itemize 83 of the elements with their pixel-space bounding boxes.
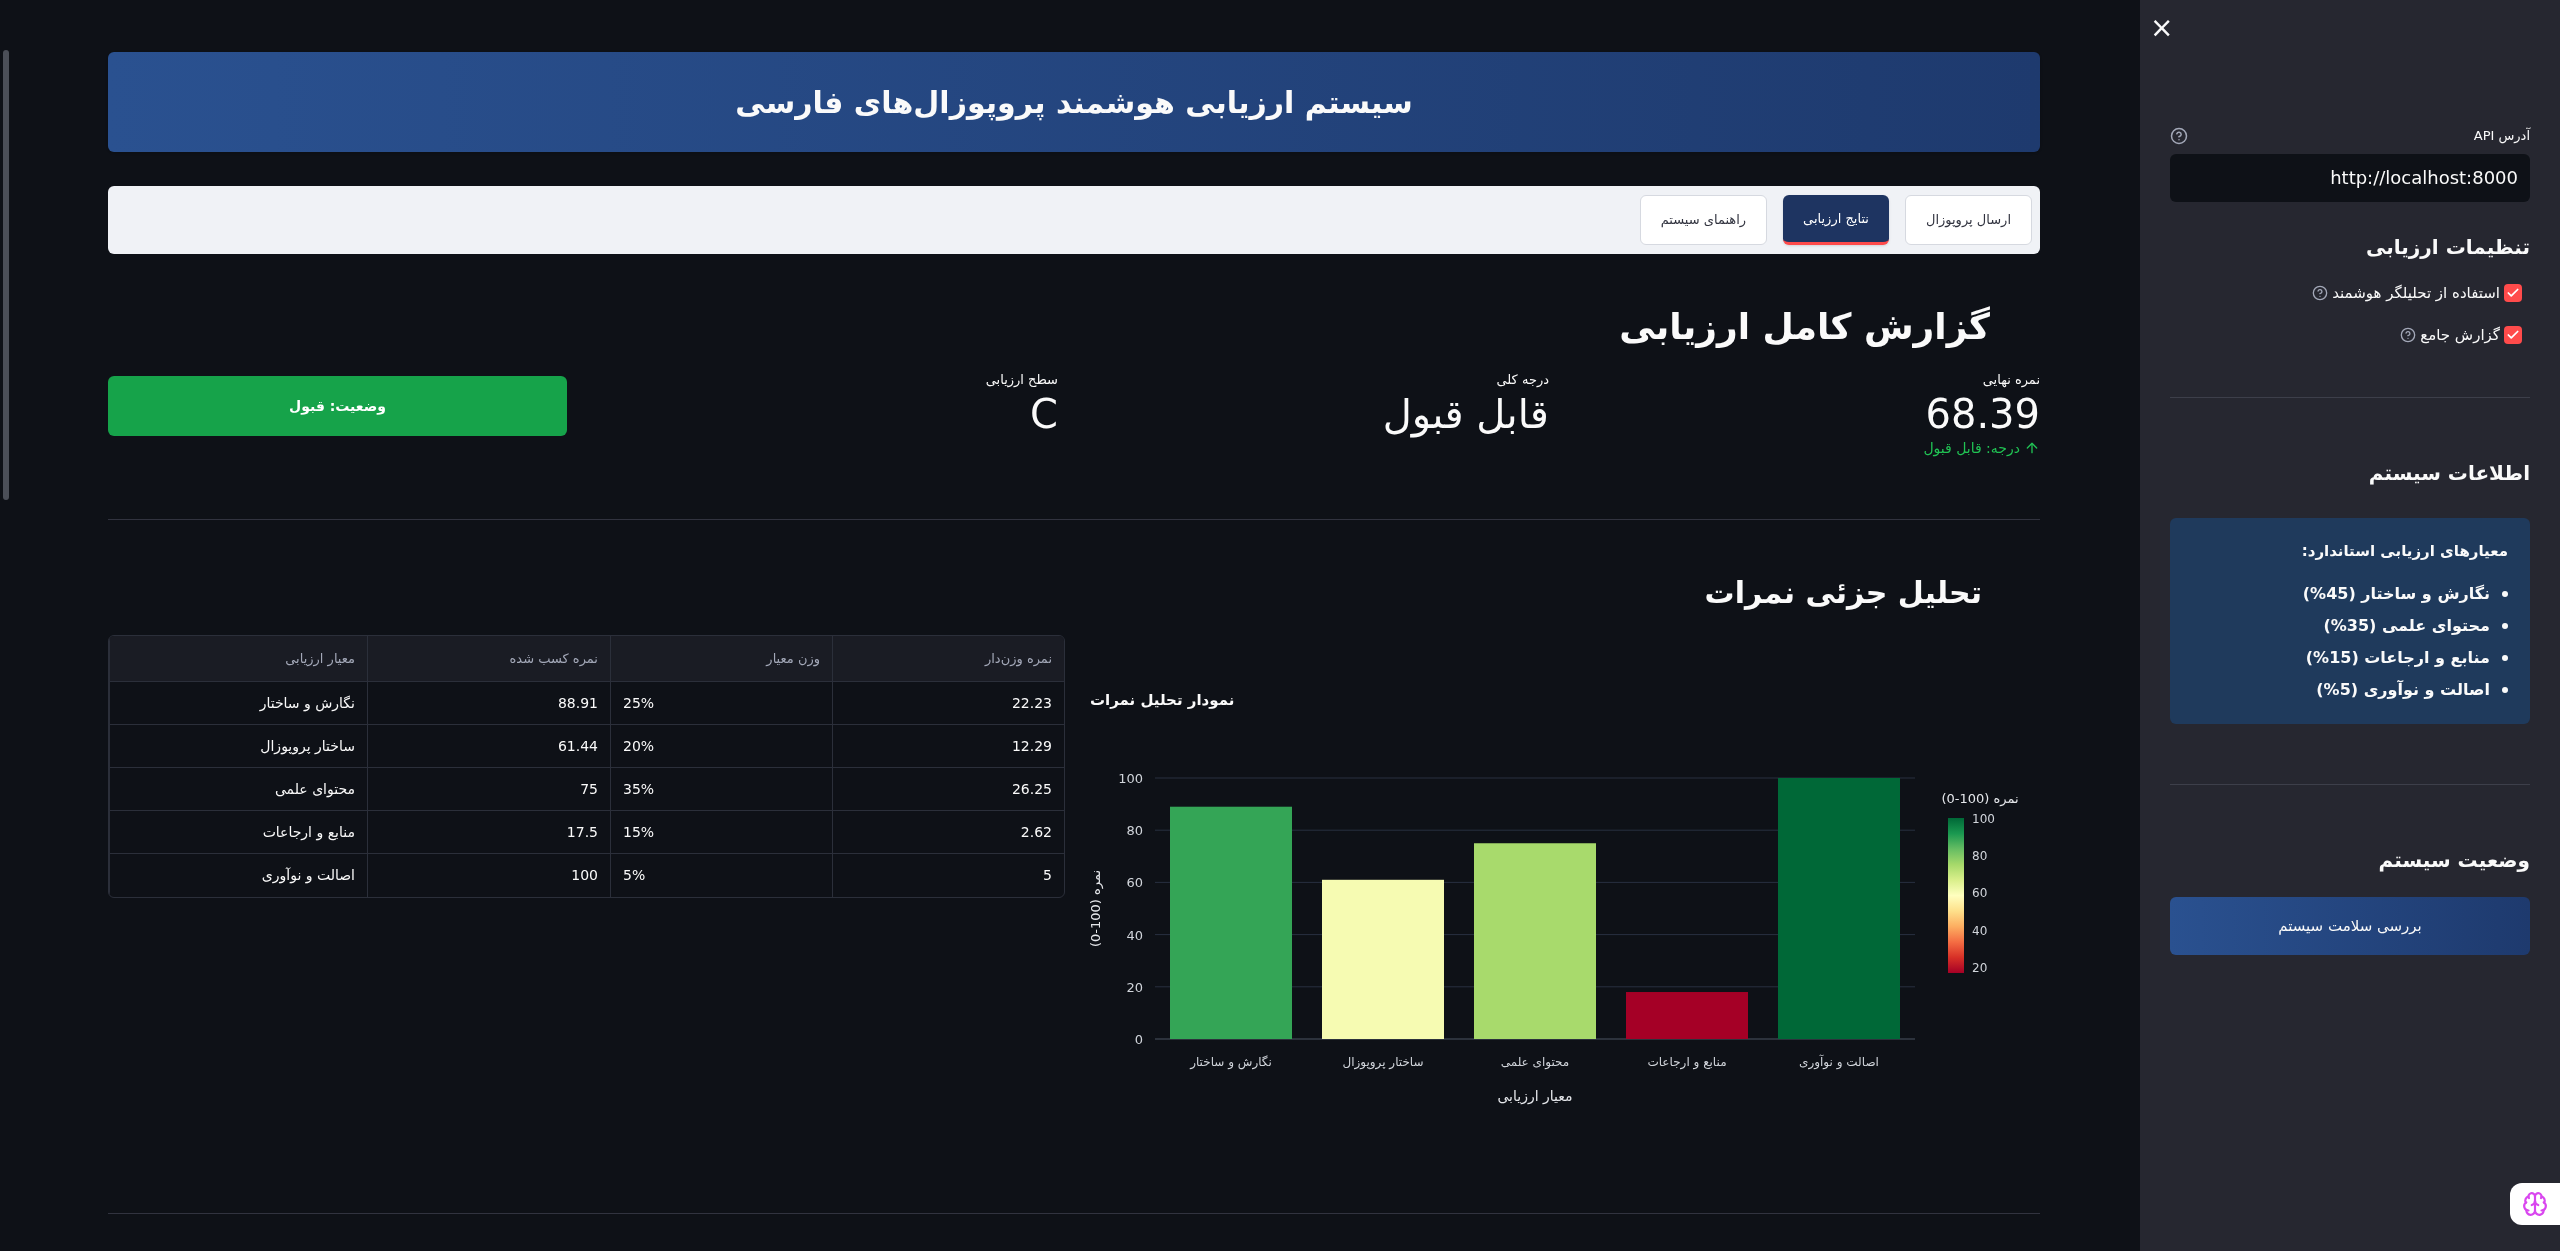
table-cell: 75 bbox=[367, 767, 611, 811]
bullet-icon bbox=[2502, 655, 2508, 661]
table-cell: 20% bbox=[610, 724, 833, 768]
y-tick-label: 60 bbox=[1126, 874, 1143, 890]
api-url-field[interactable]: http://localhost:8000 bbox=[2170, 153, 2530, 202]
table-cell: ساختار پروپوزال bbox=[109, 724, 368, 768]
app-badge[interactable] bbox=[2510, 1183, 2560, 1225]
colorbar-tick-label: 100 bbox=[1972, 811, 1995, 826]
y-tick-label: 0 bbox=[1134, 1031, 1143, 1047]
help-icon[interactable] bbox=[2400, 327, 2417, 344]
x-tick-label: اصالت و نوآوری bbox=[1799, 1054, 1879, 1069]
tab[interactable]: نتایج ارزیابی bbox=[1783, 195, 1889, 245]
column-header[interactable]: معیار ارزیابی bbox=[109, 635, 368, 682]
table-cell: 26.25 bbox=[832, 767, 1064, 811]
column-header[interactable]: نمره کسب شده bbox=[367, 635, 611, 682]
header-title: سیستم ارزیابی هوشمند پروپوزال‌های فارسی bbox=[735, 83, 1413, 123]
report-title: گزارش کامل ارزیابی bbox=[1618, 305, 1990, 350]
info-list-item: محتوای علمی (35%) bbox=[2323, 615, 2490, 637]
table-cell: محتوای علمی bbox=[109, 767, 368, 811]
field-label: آدرس API bbox=[2473, 126, 2530, 146]
x-tick-label: منابع و ارجاعات bbox=[1647, 1054, 1727, 1069]
close-button[interactable]: × bbox=[2150, 14, 2174, 42]
table-cell: 12.29 bbox=[832, 724, 1064, 768]
table-cell: 5% bbox=[610, 853, 833, 897]
settings-title: تنظیمات ارزیابی bbox=[2365, 233, 2530, 261]
table-cell: 88.91 bbox=[367, 681, 611, 725]
table-cell: 5 bbox=[832, 853, 1064, 897]
info-list-item: منابع و ارجاعات (15%) bbox=[2305, 647, 2490, 669]
info-list-item: نگارش و ساختار (45%) bbox=[2302, 583, 2490, 605]
table-cell: 17.5 bbox=[367, 810, 611, 854]
bullet-icon bbox=[2502, 623, 2508, 629]
tab[interactable]: راهنمای سیستم bbox=[1639, 195, 1768, 245]
x-tick-label: نگارش و ساختار bbox=[1190, 1054, 1272, 1069]
column-header[interactable]: وزن معیار bbox=[610, 635, 833, 682]
column-header[interactable]: نمره وزن‌دار bbox=[832, 635, 1064, 682]
table-cell: 25% bbox=[610, 681, 833, 725]
bullet-icon bbox=[2502, 687, 2508, 693]
metric-value: C bbox=[1029, 389, 1058, 438]
table-cell: 100 bbox=[367, 853, 611, 897]
colorbar-title: نمره (100-0) bbox=[1941, 790, 2019, 806]
table-cell: 15% bbox=[610, 810, 833, 854]
colorbar-tick-label: 40 bbox=[1972, 923, 1988, 938]
x-tick-label: محتوای علمی bbox=[1500, 1054, 1570, 1069]
info-title: اطلاعات سیستم bbox=[2367, 459, 2530, 487]
y-tick-label: 100 bbox=[1118, 770, 1143, 786]
colorbar-tick-label: 80 bbox=[1972, 848, 1988, 863]
section-title: تحلیل جزئی نمرات bbox=[1703, 573, 1982, 612]
table-cell: اصالت و نوآوری bbox=[109, 853, 368, 897]
colorbar-tick-label: 60 bbox=[1972, 885, 1988, 900]
metric-delta: درجه: قابل قبول bbox=[1923, 438, 2020, 459]
table-cell: منابع و ارجاعات bbox=[109, 810, 368, 854]
table-cell: 61.44 bbox=[367, 724, 611, 768]
y-tick-label: 80 bbox=[1126, 822, 1143, 838]
table-cell: نگارش و ساختار bbox=[109, 681, 368, 725]
tab[interactable]: ارسال پروپوزال bbox=[1904, 195, 2032, 245]
health-check-button[interactable]: بررسی سلامت سیستم bbox=[2170, 897, 2530, 955]
checkbox[interactable] bbox=[2504, 326, 2522, 345]
y-axis-title: نمره (100-0) bbox=[1088, 869, 1103, 947]
scrollbar[interactable] bbox=[3, 50, 9, 500]
help-icon[interactable] bbox=[2170, 126, 2188, 145]
metric-label: سطح ارزیابی bbox=[984, 371, 1058, 390]
help-icon[interactable] bbox=[2312, 284, 2329, 301]
chart-title: نمودار تحلیل نمرات bbox=[1090, 690, 1235, 709]
checkbox-label: گزارش جامع bbox=[2420, 325, 2500, 346]
metric-label: درجه کلی bbox=[1495, 371, 1549, 389]
bullet-icon bbox=[2502, 591, 2508, 597]
table-cell: 2.62 bbox=[832, 810, 1064, 854]
y-tick-label: 40 bbox=[1126, 927, 1143, 943]
table-cell: 35% bbox=[610, 767, 833, 811]
status-title: وضعیت سیستم bbox=[2377, 847, 2530, 874]
metric-value: قابل قبول bbox=[1381, 389, 1549, 438]
colorbar-tick-label: 20 bbox=[1972, 960, 1988, 975]
checkbox-label: استفاده از تحلیلگر هوشمند bbox=[2332, 282, 2500, 304]
info-list-item: اصالت و نوآوری (5%) bbox=[2316, 679, 2490, 701]
brain-icon bbox=[2522, 1191, 2548, 1217]
x-tick-label: ساختار پروپوزال bbox=[1342, 1054, 1424, 1069]
metric-label: نمره نهایی bbox=[1981, 371, 2040, 390]
checkbox[interactable] bbox=[2504, 283, 2522, 302]
table-cell: 22.23 bbox=[832, 681, 1064, 725]
x-axis-title: معیار ارزیابی bbox=[1497, 1087, 1573, 1104]
info-box-title: معیارهای ارزیابی استاندارد: bbox=[2300, 540, 2508, 562]
metric-value: 68.39 bbox=[1924, 389, 2040, 438]
y-tick-label: 20 bbox=[1126, 979, 1143, 995]
